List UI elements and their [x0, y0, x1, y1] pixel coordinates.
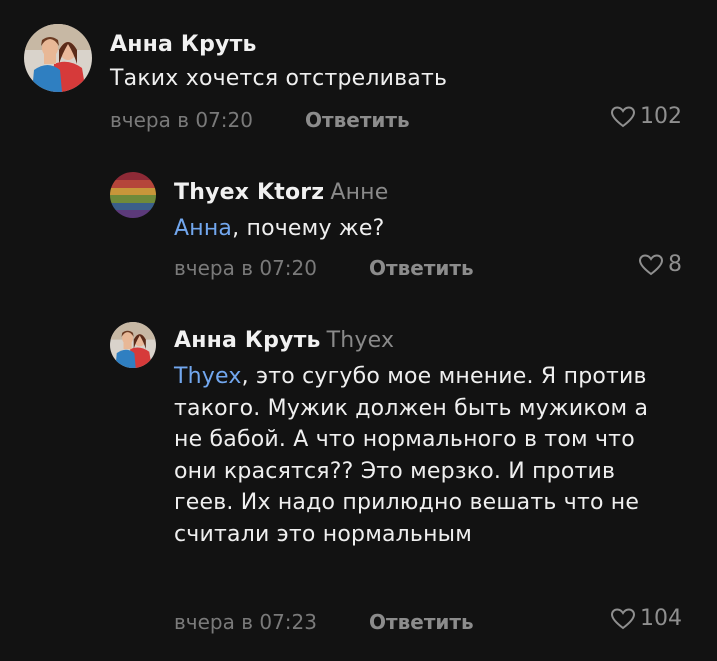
like-button[interactable]: 104	[610, 606, 682, 631]
comment-text: Thyex, это сугубо мое мнение. Я против т…	[174, 361, 664, 550]
comment-author[interactable]: Thyex Ktorz Анне	[174, 180, 388, 205]
author-name[interactable]: Thyex Ktorz	[174, 180, 324, 205]
comment-reply-item: Анна Круть Thyex Thyex, это сугубо мое мн…	[0, 300, 717, 661]
like-count: 8	[668, 252, 682, 277]
heart-icon	[638, 253, 664, 275]
comment-text: Таких хочется отстреливать	[110, 63, 670, 95]
mention-link[interactable]: Thyex	[174, 364, 242, 389]
like-count: 102	[640, 104, 682, 129]
rainbow-flag-avatar-icon	[110, 172, 156, 218]
comment-body: Таких хочется отстреливать	[110, 66, 448, 91]
user-avatar[interactable]	[24, 24, 92, 92]
comment-item: Анна Круть Таких хочется отстреливать вч…	[0, 0, 717, 150]
photo-avatar-icon	[110, 322, 156, 368]
comment-timestamp: вчера в 07:20	[174, 256, 317, 280]
like-button[interactable]: 102	[610, 104, 682, 129]
heart-icon	[610, 607, 636, 629]
reply-to-name: Thyex	[326, 328, 395, 353]
comment-body: , это сугубо мое мнение. Я против такого…	[174, 364, 649, 547]
heart-icon	[610, 105, 636, 127]
user-avatar[interactable]	[110, 322, 156, 368]
comment-timestamp: вчера в 07:23	[174, 610, 317, 634]
author-name[interactable]: Анна Круть	[174, 328, 321, 353]
like-count: 104	[640, 606, 682, 631]
reply-button[interactable]: Ответить	[369, 256, 474, 280]
reply-button[interactable]: Ответить	[369, 610, 474, 634]
photo-avatar-icon	[24, 24, 92, 92]
comment-author[interactable]: Анна Круть Thyex	[174, 328, 394, 353]
comment-body: , почему же?	[232, 216, 385, 241]
comment-author[interactable]: Анна Круть	[110, 32, 257, 57]
user-avatar[interactable]	[110, 172, 156, 218]
reply-to-name: Анне	[330, 180, 389, 205]
reply-button[interactable]: Ответить	[305, 108, 410, 132]
comment-timestamp: вчера в 07:20	[110, 108, 253, 132]
comment-text: Анна, почему же?	[174, 213, 674, 245]
mention-link[interactable]: Анна	[174, 216, 232, 241]
comment-reply-item: Thyex Ktorz Анне Анна, почему же? вчера в…	[0, 150, 717, 300]
like-button[interactable]: 8	[638, 252, 682, 277]
